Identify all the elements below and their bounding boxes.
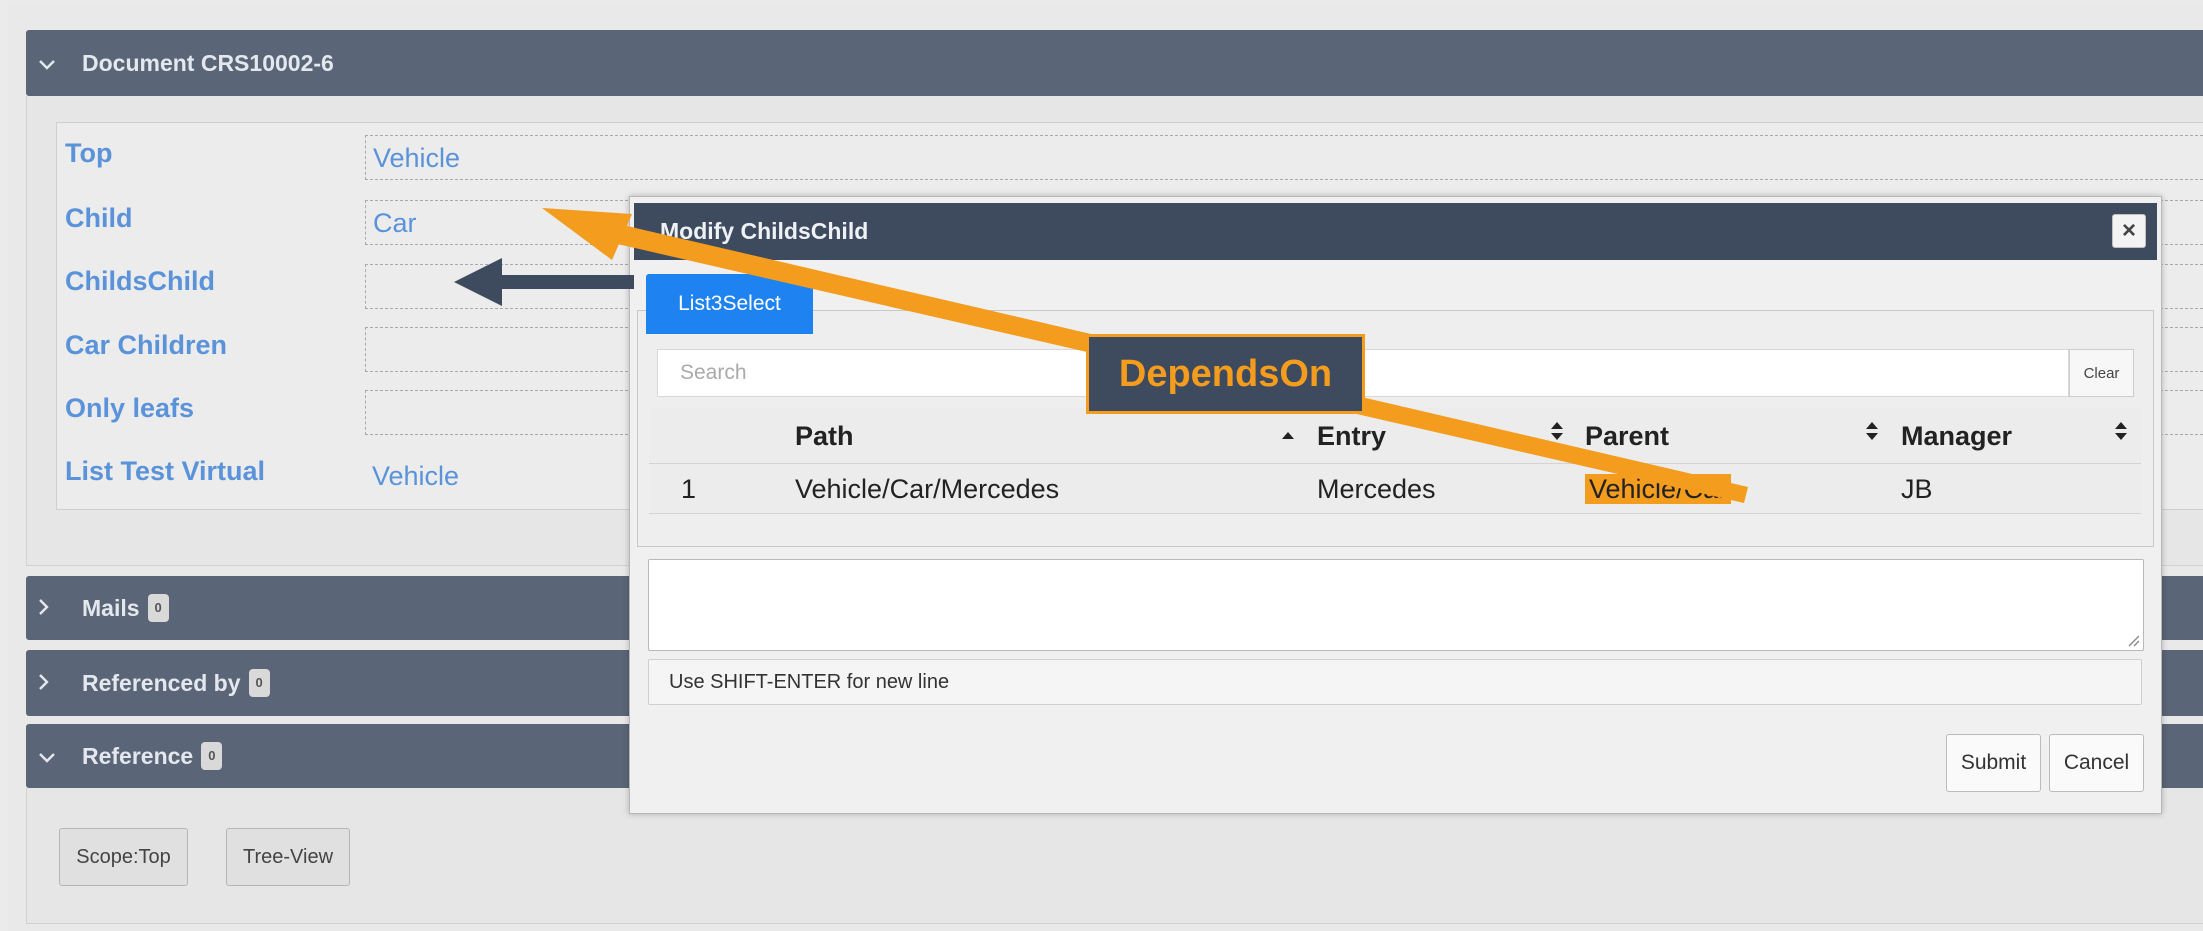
annotation-overlay [454, 208, 1748, 503]
arrow-left-icon [454, 258, 634, 306]
depends-on-label: DependsOn [1086, 334, 1365, 414]
